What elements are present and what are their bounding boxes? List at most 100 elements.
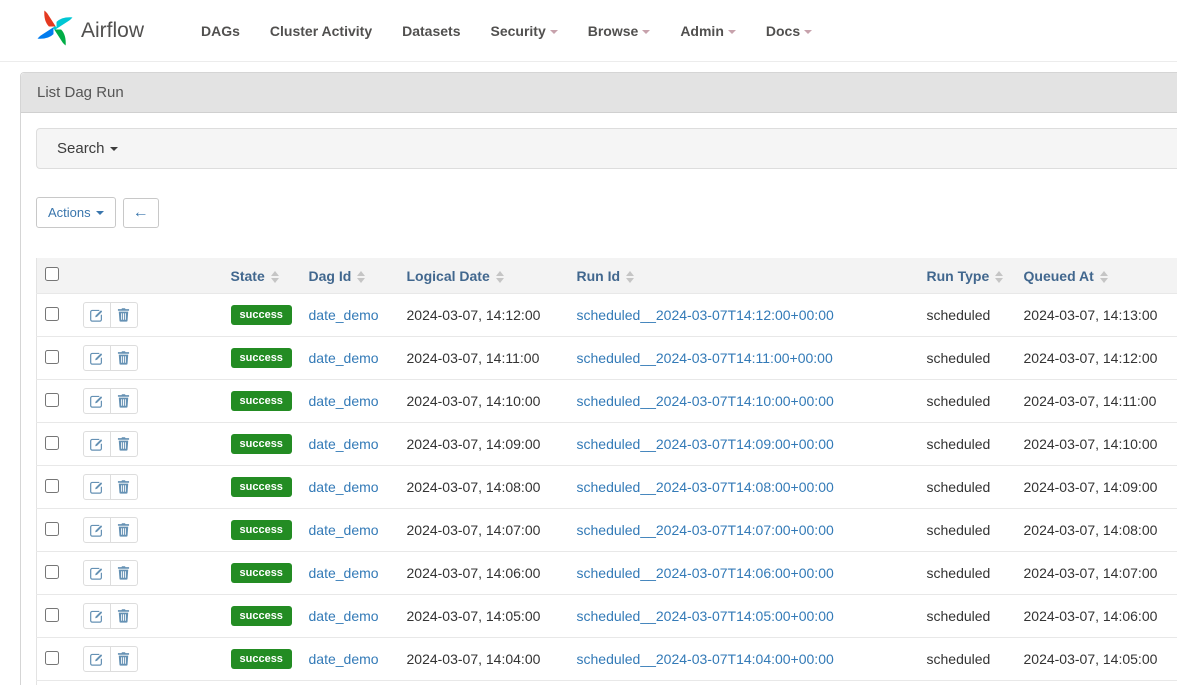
state-cell: success bbox=[223, 552, 301, 595]
run-id-link[interactable]: scheduled__2024-03-07T14:04:00+00:00 bbox=[577, 651, 834, 667]
nav-item-dags[interactable]: DAGs bbox=[186, 13, 255, 49]
delete-button[interactable] bbox=[110, 474, 138, 500]
dag-id-link[interactable]: date_demo bbox=[309, 479, 379, 495]
run-id-link[interactable]: scheduled__2024-03-07T14:05:00+00:00 bbox=[577, 608, 834, 624]
column-header-run-type[interactable]: Run Type bbox=[919, 258, 1016, 294]
brand-name: Airflow bbox=[81, 19, 144, 43]
dag-id-link[interactable]: date_demo bbox=[309, 608, 379, 624]
dag-id-link[interactable]: date_demo bbox=[309, 350, 379, 366]
column-header-logical-date[interactable]: Logical Date bbox=[399, 258, 569, 294]
logical-date-cell: 2024-03-07, 14:04:00 bbox=[399, 638, 569, 681]
sort-icon[interactable] bbox=[357, 271, 365, 283]
back-button[interactable]: ← bbox=[123, 198, 159, 228]
state-cell: success bbox=[223, 423, 301, 466]
sort-icon[interactable] bbox=[271, 271, 279, 283]
row-checkbox[interactable] bbox=[45, 651, 59, 665]
sort-icon[interactable] bbox=[1100, 271, 1108, 283]
edit-button[interactable] bbox=[83, 474, 111, 500]
edit-button[interactable] bbox=[83, 560, 111, 586]
search-label: Search bbox=[57, 140, 105, 157]
delete-button[interactable] bbox=[110, 560, 138, 586]
row-checkbox[interactable] bbox=[45, 608, 59, 622]
delete-button[interactable] bbox=[110, 302, 138, 328]
edit-button[interactable] bbox=[83, 603, 111, 629]
row-checkbox[interactable] bbox=[45, 393, 59, 407]
nav-item-docs[interactable]: Docs bbox=[751, 13, 827, 49]
delete-button[interactable] bbox=[110, 517, 138, 543]
run-id-link[interactable]: scheduled__2024-03-07T14:12:00+00:00 bbox=[577, 307, 834, 323]
table-row: success date_demo 2024-03-07, 14:05:00 s… bbox=[37, 595, 1177, 638]
run-id-link[interactable]: scheduled__2024-03-07T14:09:00+00:00 bbox=[577, 436, 834, 452]
edit-button[interactable] bbox=[83, 388, 111, 414]
logical-date-cell: 2024-03-07, 14:08:00 bbox=[399, 466, 569, 509]
nav-item-security[interactable]: Security bbox=[475, 13, 572, 49]
run-id-link[interactable]: scheduled__2024-03-07T14:06:00+00:00 bbox=[577, 565, 834, 581]
row-checkbox[interactable] bbox=[45, 522, 59, 536]
dag-id-cell: date_demo bbox=[301, 509, 399, 552]
sort-icon[interactable] bbox=[626, 271, 634, 283]
edit-pencil-icon bbox=[89, 609, 104, 624]
run-id-link[interactable]: scheduled__2024-03-07T14:10:00+00:00 bbox=[577, 393, 834, 409]
sort-icon[interactable] bbox=[995, 271, 1003, 283]
run-id-cell: scheduled__2024-03-07T14:08:00+00:00 bbox=[569, 466, 919, 509]
trash-icon bbox=[117, 566, 130, 580]
table-row: success date_demo 2024-03-07, 14:04:00 s… bbox=[37, 638, 1177, 681]
run-id-link[interactable]: scheduled__2024-03-07T14:08:00+00:00 bbox=[577, 479, 834, 495]
nav-item-cluster-activity[interactable]: Cluster Activity bbox=[255, 13, 387, 49]
status-badge: success bbox=[231, 563, 292, 583]
run-id-cell: scheduled__2024-03-07T14:11:00+00:00 bbox=[569, 337, 919, 380]
dag-id-link[interactable]: date_demo bbox=[309, 565, 379, 581]
select-all-checkbox[interactable] bbox=[45, 267, 59, 281]
nav-item-admin[interactable]: Admin bbox=[665, 13, 751, 49]
edit-button[interactable] bbox=[83, 431, 111, 457]
column-header-run-id[interactable]: Run Id bbox=[569, 258, 919, 294]
row-actions-cell bbox=[75, 294, 223, 337]
run-id-link[interactable]: scheduled__2024-03-07T14:07:00+00:00 bbox=[577, 522, 834, 538]
edit-button[interactable] bbox=[83, 646, 111, 672]
row-actions-cell bbox=[75, 509, 223, 552]
dag-run-table: State Dag Id Logical Date Run Id Run Typ… bbox=[36, 258, 1177, 685]
logical-date-cell: 2024-03-07, 14:09:00 bbox=[399, 423, 569, 466]
column-header-state[interactable]: State bbox=[223, 258, 301, 294]
row-checkbox[interactable] bbox=[45, 436, 59, 450]
actions-dropdown-button[interactable]: Actions bbox=[36, 197, 116, 228]
nav-item-browse[interactable]: Browse bbox=[573, 13, 666, 49]
dag-id-link[interactable]: date_demo bbox=[309, 522, 379, 538]
status-badge: success bbox=[231, 434, 292, 454]
edit-pencil-icon bbox=[89, 566, 104, 581]
row-checkbox[interactable] bbox=[45, 479, 59, 493]
dag-id-link[interactable]: date_demo bbox=[309, 393, 379, 409]
row-checkbox[interactable] bbox=[45, 307, 59, 321]
search-accordion-toggle[interactable]: Search bbox=[36, 128, 1177, 169]
table-row: success date_demo 2024-03-07, 14:12:00 s… bbox=[37, 294, 1177, 337]
dag-id-link[interactable]: date_demo bbox=[309, 307, 379, 323]
dag-id-link[interactable]: date_demo bbox=[309, 651, 379, 667]
row-select-cell bbox=[37, 423, 75, 466]
delete-button[interactable] bbox=[110, 431, 138, 457]
edit-button[interactable] bbox=[83, 345, 111, 371]
nav-item-datasets[interactable]: Datasets bbox=[387, 13, 475, 49]
panel-body: Search Actions ← State Dag Id bbox=[21, 113, 1177, 685]
top-navbar: Airflow DAGs Cluster Activity Datasets S… bbox=[0, 0, 1177, 62]
column-header-queued-at[interactable]: Queued At bbox=[1016, 258, 1177, 294]
edit-button[interactable] bbox=[83, 517, 111, 543]
run-id-link[interactable]: scheduled__2024-03-07T14:11:00+00:00 bbox=[577, 350, 833, 366]
row-checkbox[interactable] bbox=[45, 565, 59, 579]
delete-button[interactable] bbox=[110, 388, 138, 414]
row-select-cell bbox=[37, 294, 75, 337]
queued-at-cell: 2024-03-07, 14:12:00 bbox=[1016, 337, 1177, 380]
column-header-dag-id[interactable]: Dag Id bbox=[301, 258, 399, 294]
row-checkbox[interactable] bbox=[45, 350, 59, 364]
row-actions-cell bbox=[75, 638, 223, 681]
dag-id-cell: date_demo bbox=[301, 294, 399, 337]
delete-button[interactable] bbox=[110, 345, 138, 371]
logical-date-cell: 2024-03-07, 14:11:00 bbox=[399, 337, 569, 380]
table-body: success date_demo 2024-03-07, 14:12:00 s… bbox=[37, 294, 1177, 685]
edit-button[interactable] bbox=[83, 302, 111, 328]
dag-id-link[interactable]: date_demo bbox=[309, 436, 379, 452]
delete-button[interactable] bbox=[110, 646, 138, 672]
sort-icon[interactable] bbox=[496, 271, 504, 283]
run-id-cell: scheduled__2024-03-07T14:07:00+00:00 bbox=[569, 509, 919, 552]
delete-button[interactable] bbox=[110, 603, 138, 629]
airflow-brand[interactable]: Airflow bbox=[36, 9, 144, 52]
